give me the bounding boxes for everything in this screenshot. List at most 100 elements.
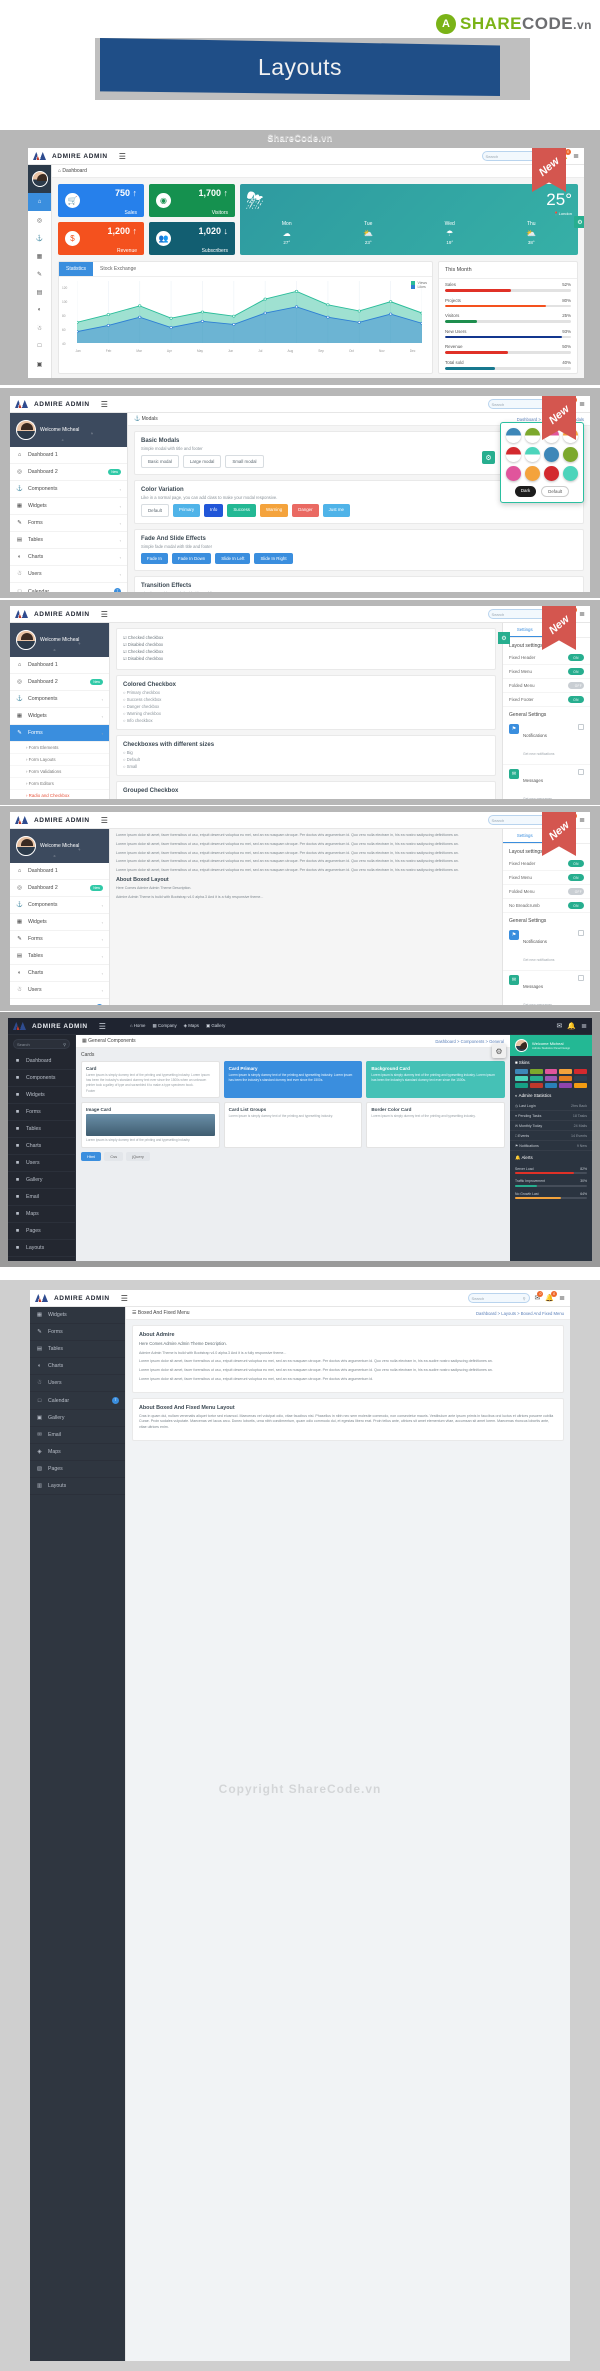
modal-button[interactable]: Fade In Down [171, 553, 212, 564]
toggle-switch[interactable]: OFF [568, 682, 584, 689]
skin-swatch[interactable] [529, 1069, 543, 1074]
modal-button[interactable]: Info [204, 504, 224, 517]
search-input[interactable]: Search⚲ [467, 1293, 530, 1303]
apps-icon[interactable]: ≣ [559, 1294, 565, 1302]
sidebar-item-forms[interactable]: ■ Forms [8, 1104, 75, 1121]
apps-icon[interactable]: ≣ [579, 816, 585, 824]
skin-swatch[interactable] [515, 1083, 528, 1088]
hamburger-icon[interactable]: ☰ [121, 1294, 128, 1303]
option-row[interactable]: ○ Big [123, 750, 489, 755]
hamburger-icon[interactable]: ☰ [101, 610, 108, 619]
hamburger-icon[interactable]: ☰ [99, 1022, 106, 1031]
sidebar-item-charts[interactable]: ■ Charts [8, 1138, 75, 1155]
skin-swatch[interactable] [574, 1083, 587, 1088]
hamburger-icon[interactable]: ☰ [101, 816, 108, 825]
modal-button[interactable]: Slide In Left [215, 553, 251, 564]
sidebar-item-dashboard 1[interactable]: ⌂ Dashboard 1 [10, 863, 109, 880]
option-row[interactable]: ○ Small [123, 764, 489, 769]
option-row[interactable]: ○ Success checkbox [123, 697, 489, 702]
rail-item-home[interactable]: ⌂ [28, 193, 51, 211]
sidebar-item-components[interactable]: ⚓ Components ‹ [10, 897, 109, 914]
sidebar-item-components[interactable]: ⚓ Components ‹ [10, 481, 127, 498]
modal-button[interactable]: Large modal [182, 455, 222, 468]
modal-button[interactable]: Small modal [225, 455, 264, 468]
submenu-item[interactable]: › Form Layouts [10, 754, 109, 766]
modal-button[interactable]: Basic modal [141, 455, 179, 468]
sidebar-item-forms[interactable]: ✎ Forms ‹ [10, 515, 127, 532]
search-input[interactable]: Search⚲ [487, 815, 550, 825]
modal-button[interactable]: Default [141, 504, 169, 517]
sidebar-item-tables[interactable]: ▤ Tables ‹ [10, 532, 127, 549]
stat-card-revenue[interactable]: $ 1,200 ↑ Revenue [58, 222, 144, 255]
sidebar-item-dashboard[interactable]: ■ Dashboard [8, 1053, 75, 1070]
modal-button[interactable]: Just me [322, 504, 350, 517]
sidebar-item-widgets[interactable]: ▦ Widgets ‹ [10, 914, 109, 931]
apps-icon[interactable]: ≣ [579, 400, 585, 408]
toggle-switch[interactable]: ON [568, 654, 584, 661]
toggle-switch[interactable]: ON [568, 668, 584, 675]
checkbox[interactable] [578, 724, 584, 730]
checkbox[interactable] [578, 975, 584, 981]
toggle-switch[interactable]: ON [568, 874, 584, 881]
sidebar-item-components[interactable]: ■ Components [8, 1070, 75, 1087]
theme-swatch[interactable] [525, 466, 540, 481]
theme-swatch[interactable] [563, 447, 578, 462]
sidebar-item-maps[interactable]: ◈ Maps [30, 1444, 125, 1461]
sidebar-item-dashboard 2[interactable]: ◎ Dashboard 2 New [10, 464, 127, 481]
option-row[interactable]: ○ Default [123, 757, 489, 762]
tab-settings[interactable]: Settings [503, 829, 547, 843]
rail-item-grid[interactable]: ▦ [28, 247, 51, 265]
sidebar-item-email[interactable]: ✉ Email [30, 1427, 125, 1444]
sidebar-item-forms[interactable]: ✎ Forms ‹ [10, 931, 109, 948]
theme-default-button[interactable]: Default [541, 486, 570, 497]
sidebar-item-forms[interactable]: ✎ Forms ‹ [10, 725, 109, 742]
tab-statistics[interactable]: Statistics [59, 262, 94, 276]
skin-swatch[interactable] [574, 1069, 587, 1074]
skin-swatch[interactable] [559, 1076, 573, 1081]
skin-swatch[interactable] [544, 1076, 558, 1081]
topnav-gallery[interactable]: ▣ Gallery [206, 1023, 225, 1029]
rail-item-mail[interactable]: ✉ [28, 373, 51, 378]
top-nav[interactable]: ⌂ Home ▩ Company ◈ Maps ▣ Gallery [130, 1023, 225, 1029]
modal-button[interactable]: Warning [259, 504, 289, 517]
rail-item-dashboard[interactable]: ◎ [28, 211, 51, 229]
gear-icon[interactable]: ⚙ [492, 1044, 506, 1058]
sidebar-item-widgets[interactable]: ▦ Widgets [30, 1307, 125, 1324]
apps-icon[interactable]: ≣ [581, 1022, 587, 1030]
hamburger-icon[interactable]: ☰ [101, 400, 108, 409]
sidebar-item-charts[interactable]: ◐ Charts [30, 1358, 125, 1375]
submenu-item[interactable]: › Form Elements [10, 742, 109, 754]
stat-card-sales[interactable]: 🛒 750 ↑ Sales [58, 184, 144, 217]
checkbox-row[interactable]: ☑ Checked checkbox [123, 635, 489, 640]
theme-swatch[interactable] [544, 466, 559, 481]
sidebar-item-users[interactable]: ☃ Users ‹ [10, 982, 109, 999]
tab-css[interactable]: Css [104, 1152, 124, 1162]
option-row[interactable]: ○ Info checkbox [123, 718, 489, 723]
envelope-icon[interactable]: ✉ [557, 1022, 563, 1030]
skin-swatch[interactable] [529, 1083, 543, 1088]
rail-item-table[interactable]: ▤ [28, 283, 51, 301]
skin-swatch[interactable] [515, 1076, 528, 1081]
modal-button[interactable]: Success [227, 504, 256, 517]
sidebar-item-pages[interactable]: ■ Pages [8, 1223, 75, 1240]
rail-item-gallery[interactable]: ▣ [28, 355, 51, 373]
sidebar-item-calendar[interactable]: □ Calendar 7 [10, 999, 109, 1005]
skin-swatch[interactable] [559, 1083, 573, 1088]
option-row[interactable]: ○ Warning checkbox [123, 711, 489, 716]
topnav-maps[interactable]: ◈ Maps [184, 1023, 199, 1029]
sidebar-item-users[interactable]: ☃ Users ‹ [10, 566, 127, 583]
modal-button[interactable]: Primary [172, 504, 201, 517]
sidebar-item-forms[interactable]: ✎ Forms [30, 1324, 125, 1341]
bell-icon[interactable]: 🔔 [567, 1022, 576, 1030]
skin-swatch[interactable] [574, 1076, 587, 1081]
checkbox-row[interactable]: ☑ Checked checkbox [123, 649, 489, 654]
sidebar-item-gallery[interactable]: ■ Gallery [8, 1172, 75, 1189]
sidebar-item-dashboard 1[interactable]: ⌂ Dashboard 1 [10, 657, 109, 674]
option-row[interactable]: ○ Danger checkbox [123, 704, 489, 709]
topnav-home[interactable]: ⌂ Home [130, 1023, 146, 1029]
sidebar-item-email[interactable]: ■ Email [8, 1189, 75, 1206]
theme-swatch[interactable] [544, 447, 559, 462]
rail-item-pencil[interactable]: ✎ [28, 265, 51, 283]
sidebar-item-calendar[interactable]: □ Calendar 7 [30, 1392, 125, 1410]
modal-button[interactable]: Danger [292, 504, 319, 517]
